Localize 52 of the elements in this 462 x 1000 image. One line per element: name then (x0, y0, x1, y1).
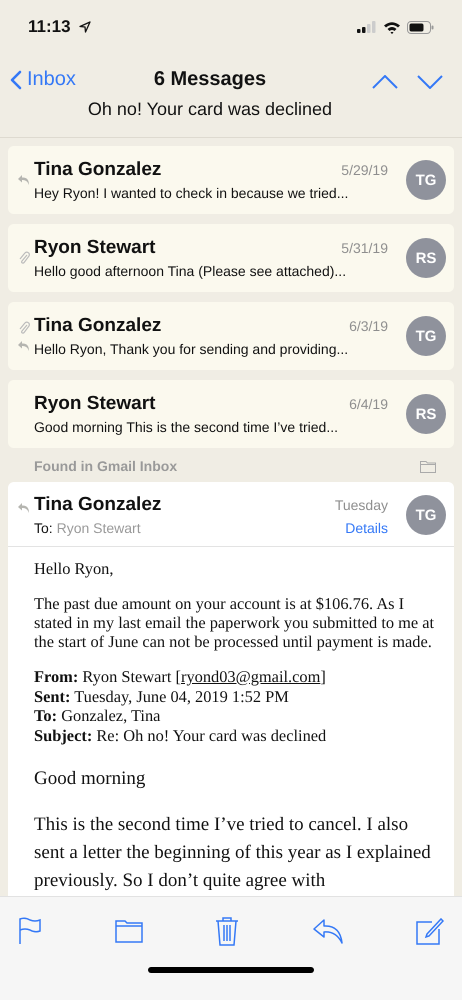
avatar: RS (406, 238, 446, 278)
email-body-text: Good morning (34, 767, 146, 791)
message-preview: Good morning This is the second time I’ve tried... (34, 419, 339, 435)
message-date: 5/31/19 (341, 240, 388, 256)
email-body-text: Hello Ryon, (34, 559, 114, 578)
email-body-text: The past due amount on your account is at $106.76. As I stated in my last email the paperwork you submitted to me at the start of June can not be processed until payment is made. (34, 594, 436, 651)
message-date: 6/3/19 (349, 318, 388, 334)
avatar: TG (406, 160, 446, 200)
avatar: TG (406, 495, 446, 535)
thread-count-title: 6 Messages (154, 67, 266, 91)
email-body-text: From: Ryon Stewart [ryond03@gmail.com] (34, 667, 327, 686)
reply-icon[interactable] (312, 918, 344, 944)
folder-icon[interactable] (114, 919, 142, 943)
message-card[interactable]: Ryon Stewart 6/4/19 Good morning This is the second time I’ve tried... RS (8, 380, 454, 448)
wifi-icon (383, 20, 401, 34)
email-link[interactable]: ryond03@gmail.com (181, 667, 320, 686)
avatar: RS (406, 394, 446, 434)
next-chevron-icon[interactable] (416, 75, 442, 89)
location-arrow-icon (78, 21, 91, 33)
email-body-text: This is the second time I’ve tried to cancel. I also sent a letter the beginning of this year as I explained previously. So I don’t quite agree with (34, 813, 432, 893)
sender-name: Tina Gonzalez (34, 494, 162, 516)
email-body-text: Sent: Tuesday, June 04, 2019 1:52 PM (34, 686, 290, 706)
folder-icon[interactable] (420, 460, 436, 472)
sender-name: Ryon Stewart (34, 393, 156, 415)
found-in-label: Found in Gmail Inbox (34, 458, 178, 474)
email-body-text: To: Gonzalez, Tina (34, 706, 162, 726)
sender-name: Tina Gonzalez (34, 159, 162, 181)
status-time: 11:13 (28, 17, 71, 37)
battery-icon (407, 20, 434, 34)
previous-chevron-icon[interactable] (372, 75, 398, 89)
recipient-name: Ryon Stewart (56, 520, 141, 536)
to-label: To: (34, 520, 53, 536)
message-preview: Hello good afternoon Tina (Please see attached)... (34, 263, 348, 279)
sender-name: Tina Gonzalez (34, 315, 162, 337)
message-card[interactable]: Tina Gonzalez 6/3/19 Hello Ryon, Thank you for sending and providing... TG (8, 302, 454, 370)
message-preview: Hey Ryon! I wanted to check in because we tried... (34, 185, 350, 201)
email-body-text: Subject: Re: Oh no! Your card was declined (34, 726, 328, 745)
sender-name: Ryon Stewart (34, 237, 156, 259)
thread-subject: Oh no! Your card was declined (88, 99, 332, 120)
flag-icon[interactable] (18, 917, 42, 945)
signal-icon (357, 21, 377, 33)
avatar: TG (406, 316, 446, 356)
message-date: 6/4/19 (349, 396, 388, 412)
details-link[interactable]: Details (345, 520, 388, 536)
message-card[interactable]: Ryon Stewart 5/31/19 Hello good afternoon Tina (Please see attached)... RS (8, 224, 454, 292)
message-preview: Hello Ryon, Thank you for sending and providing... (34, 341, 350, 357)
compose-icon[interactable] (416, 917, 444, 945)
message-date: 5/29/19 (341, 162, 388, 178)
trash-icon[interactable] (215, 916, 239, 946)
message-card[interactable]: Tina Gonzalez 5/29/19 Hey Ryon! I wanted to check in because we tried... TG (8, 146, 454, 214)
back-chevron-icon (10, 70, 22, 90)
message-date: Tuesday (334, 497, 388, 513)
